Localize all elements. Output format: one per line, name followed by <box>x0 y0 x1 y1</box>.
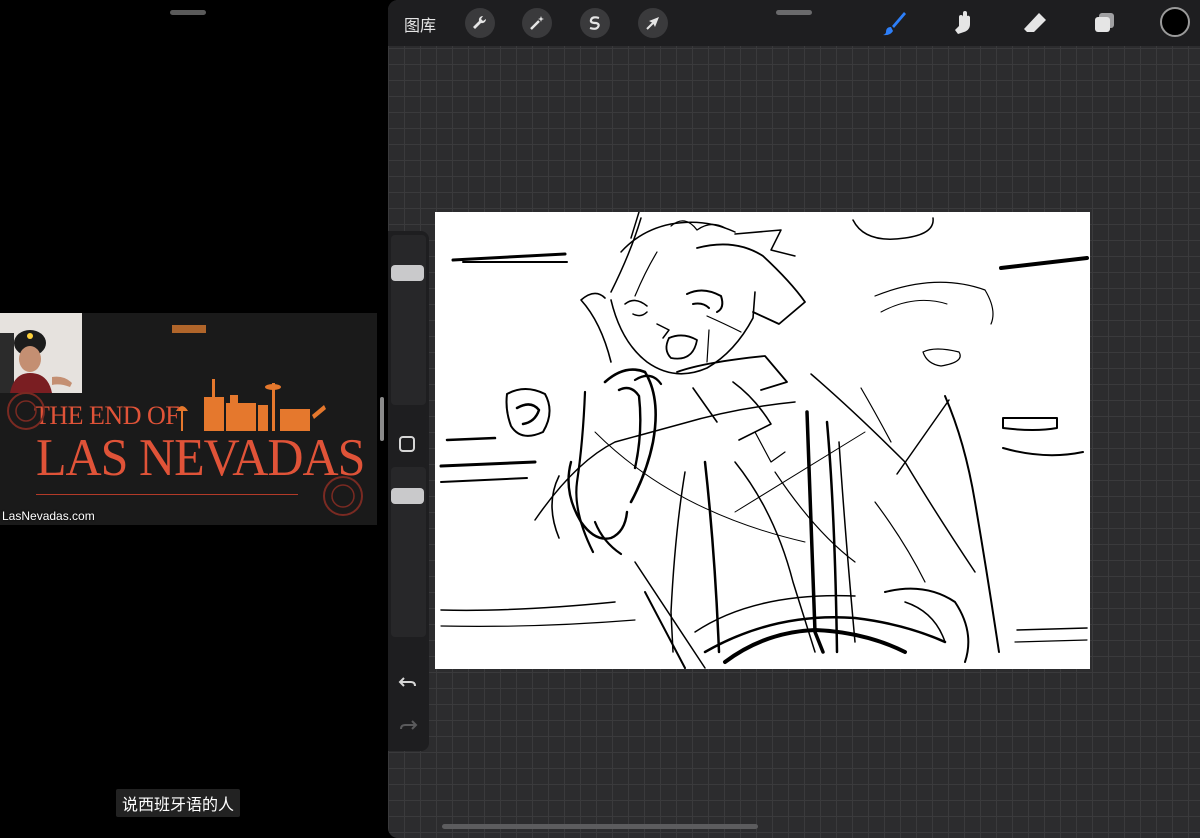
layers-icon <box>1095 13 1114 32</box>
selection-button[interactable] <box>580 8 610 38</box>
video-player[interactable]: THE END OF LAS NEVADAS LasNevadas.com <box>0 313 377 525</box>
chip-icon-right <box>323 476 363 516</box>
smudge-tool-button[interactable] <box>948 7 980 39</box>
chip-icon-left <box>7 392 45 430</box>
magic-wand-icon <box>530 16 544 30</box>
selection-icon <box>589 16 600 30</box>
smudge-icon <box>955 11 970 34</box>
transform-button[interactable] <box>638 8 668 38</box>
procreate-pane[interactable]: 图库 <box>380 0 1200 838</box>
split-divider-handle[interactable] <box>380 397 384 441</box>
skyline-graphic <box>176 379 326 431</box>
adjustments-button[interactable] <box>522 8 552 38</box>
gallery-button[interactable]: 图库 <box>404 12 436 36</box>
split-view-handle[interactable] <box>170 10 206 15</box>
app-top-handle[interactable] <box>776 10 812 15</box>
redo-icon[interactable] <box>398 715 418 735</box>
layers-button[interactable] <box>1089 7 1121 39</box>
eraser-tool-button[interactable] <box>1019 7 1051 39</box>
eraser-icon <box>1024 13 1046 32</box>
wrench-icon <box>473 15 487 29</box>
left-split-pane: THE END OF LAS NEVADAS LasNevadas.com 说西… <box>0 0 387 838</box>
opacity-thumb[interactable] <box>391 488 424 504</box>
subtitle-text: 说西班牙语的人 <box>116 789 241 817</box>
move-arrow-icon <box>646 17 659 30</box>
brush-tool-button[interactable] <box>878 7 910 39</box>
brush-size-thumb[interactable] <box>391 265 424 281</box>
color-swatch[interactable] <box>1160 7 1190 37</box>
sidebar <box>388 231 429 751</box>
title-divider <box>36 494 298 495</box>
webcam-feed <box>0 313 82 393</box>
video-title-line-2: LAS NEVADAS <box>36 427 365 487</box>
brush-icon <box>883 12 906 36</box>
modify-button[interactable] <box>399 436 415 452</box>
video-logo <box>172 325 206 333</box>
brush-size-slider[interactable] <box>391 235 426 405</box>
undo-icon[interactable] <box>398 672 418 692</box>
video-caption: LasNevadas.com <box>2 509 95 523</box>
actions-button[interactable] <box>465 8 495 38</box>
sketch-drawing <box>439 212 1089 669</box>
home-indicator[interactable] <box>442 824 758 829</box>
drawing-canvas[interactable] <box>435 212 1090 669</box>
top-toolbar: 图库 <box>388 0 1200 46</box>
